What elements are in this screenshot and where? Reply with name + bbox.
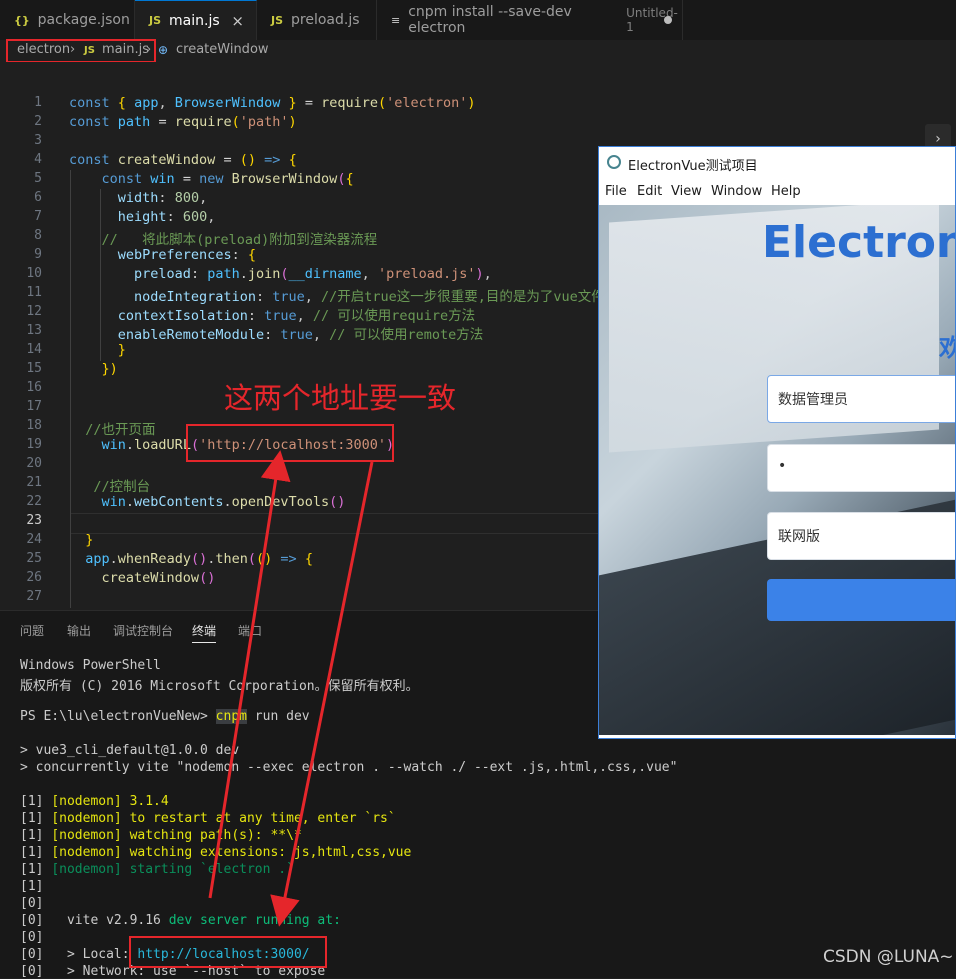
arrow-up — [208, 450, 291, 899]
watermark: CSDN @LUNA~ — [823, 947, 954, 967]
arrow-down — [270, 461, 374, 927]
annotation-arrows — [208, 450, 374, 927]
